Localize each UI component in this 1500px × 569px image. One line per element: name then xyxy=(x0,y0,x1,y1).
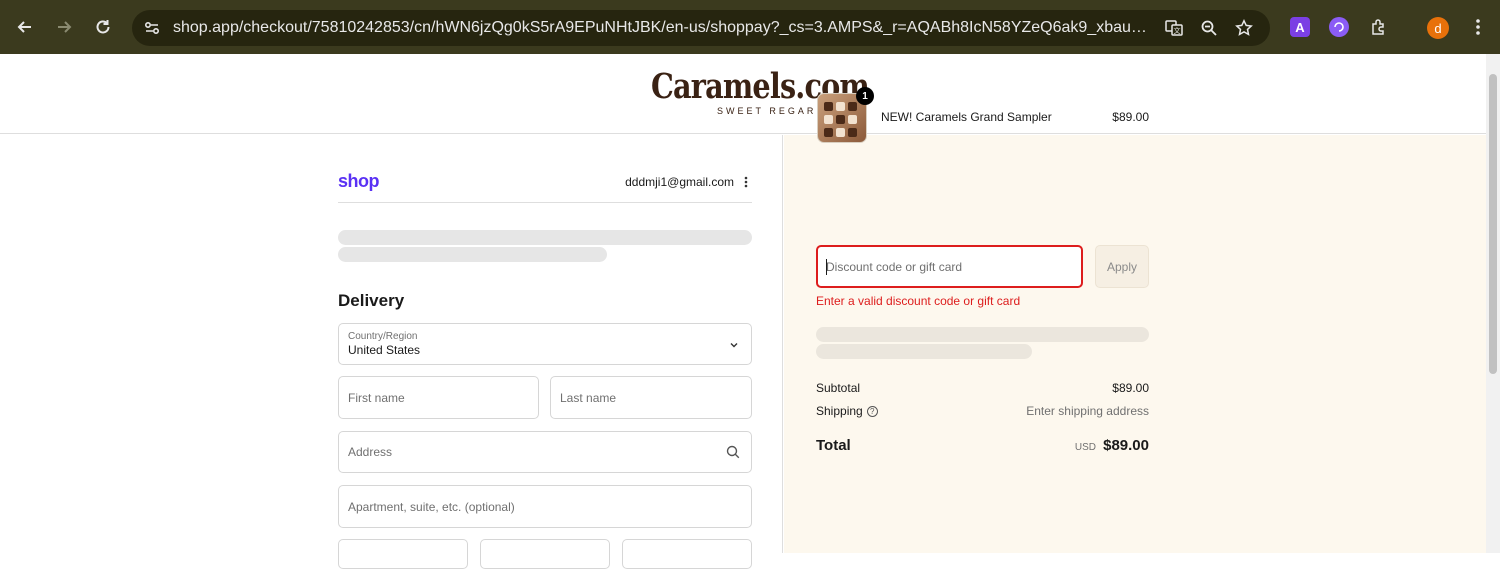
country-select[interactable]: Country/Region United States xyxy=(338,323,752,365)
apply-button[interactable]: Apply xyxy=(1095,245,1149,288)
currency-code: USD xyxy=(1074,442,1096,453)
address-placeholder: Address xyxy=(348,445,393,459)
address-bar[interactable]: shop.app/checkout/75810242853/cn/hWN6jzQ… xyxy=(132,10,1270,46)
last-name-placeholder: Last name xyxy=(560,391,617,405)
loading-skeleton xyxy=(816,327,1149,342)
shipping-value: Enter shipping address xyxy=(1026,404,1149,418)
account-divider xyxy=(338,202,752,203)
back-icon[interactable] xyxy=(10,12,40,42)
store-header: Caramels.com SWEET REGARDS xyxy=(0,54,1486,134)
bookmark-star-icon[interactable] xyxy=(1233,17,1255,39)
zip-field[interactable] xyxy=(622,539,752,569)
help-icon[interactable]: ? xyxy=(866,406,878,418)
subtotal-label: Subtotal xyxy=(816,381,861,395)
delivery-heading: Delivery xyxy=(338,291,405,310)
discount-code-input[interactable]: Discount code or gift card xyxy=(816,245,1083,288)
logo-wordmark: Caramels.com xyxy=(651,66,870,107)
product-name: NEW! Caramels Grand Sampler xyxy=(881,110,1052,124)
country-label: Country/Region xyxy=(348,331,418,342)
shop-pay-logo: shop xyxy=(338,171,380,191)
subtotal-value: $89.00 xyxy=(1112,381,1149,395)
product-price: $89.00 xyxy=(1112,110,1149,124)
discount-error-message: Enter a valid discount code or gift card xyxy=(816,294,1021,308)
search-icon xyxy=(725,444,741,460)
last-name-field[interactable]: Last name xyxy=(550,376,752,419)
shipping-label: Shipping xyxy=(816,404,863,418)
forward-icon[interactable] xyxy=(49,12,79,42)
extension-a-icon[interactable]: A xyxy=(1290,17,1310,37)
loading-skeleton xyxy=(338,247,607,262)
total-label: Total xyxy=(816,437,851,454)
loading-skeleton xyxy=(816,344,1032,359)
profile-avatar[interactable]: d xyxy=(1427,17,1449,39)
first-name-placeholder: First name xyxy=(348,391,405,405)
translate-icon[interactable]: 文 xyxy=(1163,17,1185,39)
first-name-field[interactable]: First name xyxy=(338,376,539,419)
shipping-row: Shipping? xyxy=(816,404,878,418)
reload-icon[interactable] xyxy=(88,12,118,42)
checkout-form-column: shop dddmji1@gmail.com Delivery Country/… xyxy=(0,135,783,569)
store-logo[interactable]: Caramels.com SWEET REGARDS xyxy=(651,66,870,117)
site-settings-icon[interactable] xyxy=(142,18,162,38)
discount-placeholder: Discount code or gift card xyxy=(826,260,963,274)
account-menu-icon[interactable] xyxy=(741,176,751,190)
extension-swirl-icon[interactable] xyxy=(1329,17,1349,37)
state-select[interactable] xyxy=(480,539,610,569)
url-text[interactable]: shop.app/checkout/75810242853/cn/hWN6jzQ… xyxy=(173,19,1153,37)
total-value: $89.00 xyxy=(1103,437,1149,454)
browser-toolbar: shop.app/checkout/75810242853/cn/hWN6jzQ… xyxy=(0,0,1500,54)
address-field[interactable]: Address xyxy=(338,431,752,473)
page-scrollbar[interactable] xyxy=(1486,54,1500,553)
apartment-placeholder: Apartment, suite, etc. (optional) xyxy=(348,500,515,514)
extensions-puzzle-icon[interactable] xyxy=(1369,17,1389,37)
zoom-icon[interactable] xyxy=(1198,17,1220,39)
country-value: United States xyxy=(348,343,421,357)
account-email: dddmji1@gmail.com xyxy=(625,175,734,189)
apartment-field[interactable]: Apartment, suite, etc. (optional) xyxy=(338,485,752,528)
city-field[interactable] xyxy=(338,539,468,569)
checkout-page: Caramels.com SWEET REGARDS shop dddmji1@… xyxy=(0,54,1486,569)
scrollbar-thumb[interactable] xyxy=(1489,74,1497,374)
svg-text:文: 文 xyxy=(1174,26,1181,35)
loading-skeleton xyxy=(338,230,752,245)
quantity-badge: 1 xyxy=(856,87,874,105)
chevron-down-icon xyxy=(728,338,740,350)
browser-menu-icon[interactable] xyxy=(1463,12,1493,42)
